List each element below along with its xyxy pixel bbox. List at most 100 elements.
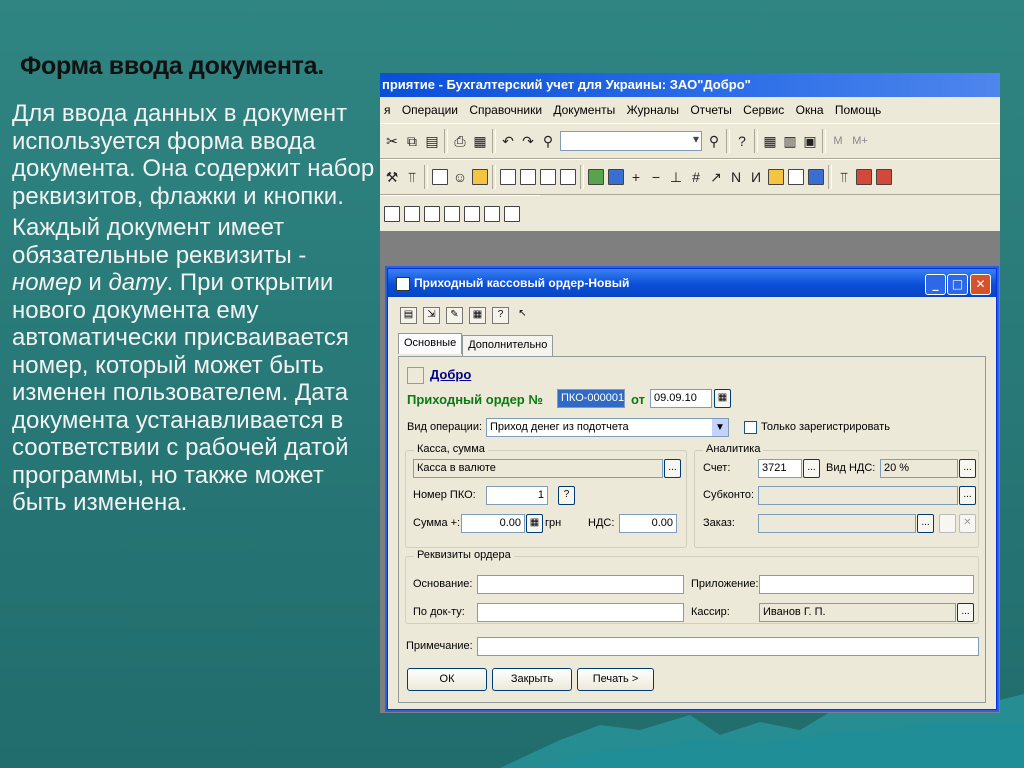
menu-item-journals[interactable]: Журналы [627, 103, 679, 117]
attachment-field[interactable] [759, 575, 974, 594]
doc-d-icon[interactable] [444, 205, 460, 222]
doc-a-icon[interactable] [384, 205, 400, 222]
cashier-select-button[interactable]: ... [957, 603, 974, 622]
doc-c-icon[interactable] [424, 205, 440, 222]
date-field[interactable]: 09.09.10 [650, 389, 712, 408]
pin-icon[interactable]: ⫪ [404, 169, 420, 186]
minimize-button[interactable]: _ [925, 274, 946, 295]
question-icon[interactable]: ? [492, 307, 509, 324]
org-checkbox[interactable] [407, 367, 424, 384]
menu-item-windows[interactable]: Окна [796, 103, 824, 117]
pko-field[interactable]: 1 [486, 486, 548, 505]
cash-icon[interactable] [788, 169, 804, 185]
n-down-icon[interactable]: И [748, 169, 764, 185]
find-icon[interactable]: ⚲ [540, 133, 556, 150]
pko-help-button[interactable]: ? [558, 486, 575, 505]
subconto-select-button[interactable]: ... [959, 486, 976, 505]
order-number-field[interactable]: ПКО-000001 [557, 389, 625, 408]
plus-icon[interactable]: + [628, 169, 644, 185]
copy-blue-icon[interactable] [608, 169, 624, 185]
balance-icon[interactable]: ⊥ [668, 169, 684, 186]
vat-field[interactable]: 0.00 [619, 514, 677, 533]
amount-field[interactable]: 0.00 [461, 514, 525, 533]
n-up-icon[interactable]: N [728, 169, 744, 185]
only-register-checkbox[interactable] [744, 421, 757, 434]
by-doc-field[interactable] [477, 603, 684, 622]
account-field[interactable]: 3721 [758, 459, 802, 478]
menu-item-documents[interactable]: Документы [553, 103, 615, 117]
bank-icon[interactable] [540, 169, 556, 185]
cash-select-button[interactable]: ... [664, 459, 681, 478]
globe-icon[interactable] [808, 169, 824, 185]
account-icon[interactable] [520, 169, 536, 185]
redo-icon[interactable]: ↷ [520, 133, 536, 150]
calendar-icon[interactable]: ▥ [782, 133, 798, 150]
menu-item-service[interactable]: Сервис [743, 103, 784, 117]
calculator-button[interactable]: ▦ [526, 514, 543, 533]
operation-select[interactable]: Приход денег из подотчета ▼ [486, 418, 729, 437]
menu-item-references[interactable]: Справочники [469, 103, 542, 117]
cash-field[interactable]: Касса в валюте [413, 459, 663, 478]
copy-icon[interactable]: ⧉ [404, 133, 420, 150]
menu-item-operations[interactable]: Операции [402, 103, 458, 117]
list-icon[interactable]: ▦ [469, 307, 486, 324]
order-select-button[interactable]: ... [917, 514, 934, 533]
grid-icon[interactable]: # [688, 169, 704, 185]
report-icon[interactable] [856, 169, 872, 185]
minus-icon[interactable]: − [648, 169, 664, 185]
doc-b-icon[interactable] [404, 205, 420, 222]
order-blank-button[interactable] [939, 514, 956, 533]
edit-icon[interactable]: ✎ [446, 307, 463, 324]
ok-button[interactable]: ОК [407, 668, 487, 691]
folder-icon[interactable] [768, 169, 784, 185]
print-icon[interactable]: ⎙ [452, 133, 468, 150]
book-green-icon[interactable] [588, 169, 604, 185]
vat-type-select-button[interactable]: ... [959, 459, 976, 478]
menu-item-help[interactable]: Помощь [835, 103, 881, 117]
plat-icon[interactable] [560, 169, 576, 185]
order-field[interactable] [758, 514, 916, 533]
cashier-field[interactable]: Иванов Г. П. [759, 603, 956, 622]
help-icon[interactable]: ? [734, 133, 750, 149]
memory-m-icon[interactable]: M [830, 135, 846, 147]
vat-type-field[interactable]: 20 % [880, 459, 958, 478]
tools-icon[interactable]: ⚒ [384, 169, 400, 186]
subconto-field[interactable] [758, 486, 958, 505]
doc-e-icon[interactable] [464, 205, 480, 222]
memory-mplus-icon[interactable]: M+ [850, 135, 870, 147]
close-button[interactable]: Закрыть [492, 668, 572, 691]
note-field[interactable] [477, 637, 979, 656]
doc-g-icon[interactable] [504, 205, 520, 222]
face-icon[interactable]: ☺ [452, 169, 468, 185]
doc-f-icon[interactable] [484, 205, 500, 222]
tab-additional[interactable]: Дополнительно [462, 335, 554, 356]
report2-icon[interactable] [876, 169, 892, 185]
tab-main[interactable]: Основные [398, 333, 463, 354]
calculator-icon[interactable]: ▦ [762, 133, 778, 150]
calendar-button[interactable]: ▦ [714, 389, 731, 408]
find-next-icon[interactable]: ⚲ [706, 133, 722, 150]
clear-icon[interactable]: ✕ [959, 514, 976, 533]
money-icon[interactable] [472, 169, 488, 185]
maximize-button[interactable]: □ [947, 274, 968, 295]
chevron-down-icon[interactable]: ▼ [712, 419, 728, 436]
menu-item-reports[interactable]: Отчеты [690, 103, 731, 117]
doc-icon-2[interactable] [500, 169, 516, 185]
book-icon[interactable]: ▣ [802, 133, 818, 150]
close-window-button[interactable]: ✕ [970, 274, 991, 295]
print-button[interactable]: Печать > [577, 668, 654, 691]
account-select-button[interactable]: ... [803, 459, 820, 478]
preview-icon[interactable]: ▦ [472, 133, 488, 150]
cut-icon[interactable]: ✂ [384, 133, 400, 150]
undo-icon[interactable]: ↶ [500, 133, 516, 150]
save-icon[interactable]: ▤ [400, 307, 417, 324]
search-combo[interactable] [560, 131, 702, 151]
pin2-icon[interactable]: ⫪ [836, 169, 852, 186]
doc-icon-1[interactable] [432, 169, 448, 185]
arrow-icon[interactable]: ↗ [708, 169, 724, 186]
context-help-icon[interactable]: ↖ [515, 307, 530, 322]
basis-field[interactable] [477, 575, 684, 594]
organization-link[interactable]: Добро [430, 367, 471, 382]
menu-item-file[interactable]: я [384, 103, 391, 117]
paste-icon[interactable]: ▤ [424, 133, 440, 150]
